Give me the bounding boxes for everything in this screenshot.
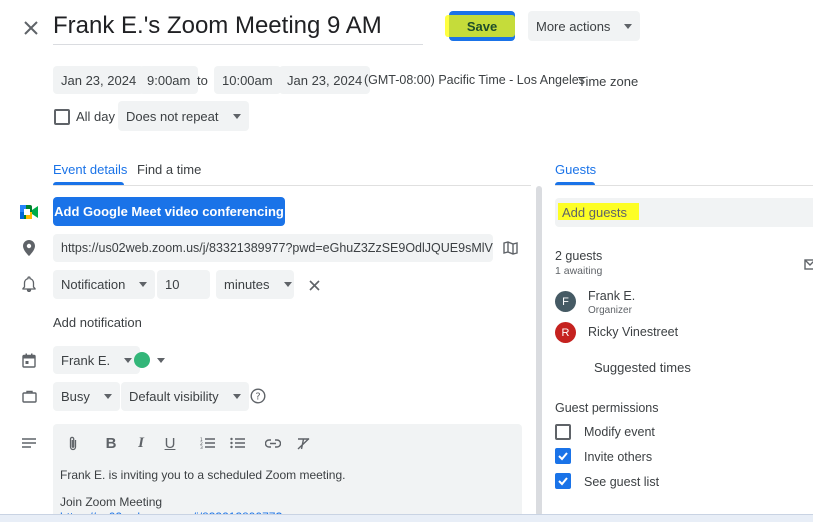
avatar: F — [555, 291, 576, 312]
map-icon[interactable] — [501, 239, 519, 257]
attachment-icon[interactable] — [62, 432, 84, 454]
guest-row[interactable]: R Ricky Vinestreet — [555, 321, 795, 345]
visibility-value: Default visibility — [129, 389, 219, 404]
bell-icon — [20, 275, 38, 293]
to-label: to — [197, 73, 208, 88]
briefcase-icon — [20, 387, 38, 405]
repeat-dropdown[interactable]: Does not repeat — [118, 101, 249, 131]
all-day-label: All day — [76, 109, 116, 124]
invite-others-label: Invite others — [584, 450, 653, 464]
tab-find-time[interactable]: Find a time — [137, 162, 201, 177]
details-scrollbar[interactable] — [536, 186, 542, 516]
start-date-field[interactable]: Jan 23, 2024 — [53, 66, 145, 94]
end-date-field[interactable]: Jan 23, 2024 — [279, 66, 371, 94]
add-meet-label: Add Google Meet video conferencing — [54, 204, 284, 219]
checkmark-icon — [558, 477, 568, 486]
calendar-owner-dropdown[interactable]: Frank E. — [53, 346, 141, 374]
description-icon — [20, 434, 38, 452]
suggested-times-link[interactable]: Suggested times — [594, 360, 691, 375]
timezone-text: (GMT-08:00) Pacific Time - Los Angeles — [364, 73, 585, 87]
notification-type-value: Notification — [61, 277, 126, 292]
email-guests-icon[interactable] — [804, 256, 813, 272]
numbered-list-icon[interactable]: 123 — [196, 432, 218, 454]
see-guest-list-label: See guest list — [584, 475, 660, 489]
svg-text:3: 3 — [200, 445, 203, 449]
location-input[interactable]: https://us02web.zoom.us/j/83321389977?pw… — [53, 234, 493, 262]
add-meet-button[interactable]: Add Google Meet video conferencing — [53, 197, 285, 226]
location-value: https://us02web.zoom.us/j/83321389977?pw… — [61, 241, 493, 255]
guest-role: Organizer — [588, 305, 632, 316]
guest-row[interactable]: F Frank E. Organizer — [555, 288, 795, 318]
invite-others-checkbox[interactable] — [555, 448, 571, 464]
timezone-link[interactable]: Time zone — [578, 74, 638, 89]
repeat-value: Does not repeat — [126, 108, 219, 124]
notification-amount-input[interactable]: 10 — [157, 270, 210, 299]
start-time-field[interactable]: 9:00am — [139, 66, 199, 94]
bottom-bar — [0, 514, 813, 522]
description-line-2: Join Zoom Meeting — [60, 495, 163, 509]
more-actions-label: More actions — [536, 18, 611, 34]
guest-awaiting: 1 awaiting — [555, 265, 603, 277]
remove-notification-icon[interactable] — [305, 276, 323, 294]
avatar: R — [555, 322, 576, 343]
see-guest-list-checkbox[interactable] — [555, 473, 571, 489]
calendar-owner-value: Frank E. — [61, 352, 111, 368]
guest-name: Frank E. — [588, 289, 636, 303]
chevron-down-icon — [157, 357, 165, 363]
description-editor[interactable]: B I U 123 Frank E. is inviting you to a … — [53, 424, 522, 522]
event-title-input[interactable]: Frank E.'s Zoom Meeting 9 AM — [53, 12, 382, 40]
guest-permissions-title: Guest permissions — [555, 401, 659, 415]
guest-name: Ricky Vinestreet — [588, 325, 679, 339]
add-guests-input[interactable]: Add guests — [555, 198, 813, 227]
checkmark-icon — [558, 452, 568, 461]
tabs-divider — [53, 185, 531, 186]
link-icon[interactable] — [262, 432, 284, 454]
underline-icon[interactable]: U — [159, 432, 181, 454]
save-button[interactable]: Save — [445, 11, 515, 41]
bold-icon[interactable]: B — [100, 432, 122, 454]
event-color-picker[interactable] — [134, 351, 170, 369]
save-button-label: Save — [466, 18, 498, 34]
busy-value: Busy — [61, 389, 90, 404]
description-line-1: Frank E. is inviting you to a scheduled … — [60, 468, 346, 482]
more-actions-button[interactable]: More actions — [528, 11, 641, 41]
google-meet-icon — [19, 203, 39, 221]
notification-type-dropdown[interactable]: Notification — [53, 270, 156, 299]
svg-text:?: ? — [255, 392, 260, 403]
modify-event-checkbox[interactable] — [555, 424, 571, 440]
guest-count: 2 guests — [555, 249, 603, 263]
color-dot — [134, 352, 150, 368]
title-underline — [53, 44, 423, 45]
help-icon[interactable]: ? — [249, 387, 267, 405]
location-pin-icon — [20, 239, 38, 257]
avatar-initial: F — [562, 295, 569, 308]
modify-event-label: Modify event — [584, 425, 655, 439]
clear-formatting-icon[interactable] — [292, 432, 314, 454]
tab-event-details[interactable]: Event details — [53, 162, 127, 177]
notification-unit-value: minutes — [224, 277, 270, 292]
tab-guests[interactable]: Guests — [555, 162, 596, 177]
guests-divider — [555, 185, 813, 186]
end-time-field[interactable]: 10:00am — [214, 66, 281, 94]
busy-dropdown[interactable]: Busy — [53, 382, 120, 411]
bulleted-list-icon[interactable] — [226, 432, 248, 454]
calendar-icon — [20, 351, 38, 369]
close-icon[interactable] — [20, 17, 42, 39]
add-guests-placeholder: Add guests — [562, 205, 628, 220]
notification-unit-dropdown[interactable]: minutes — [216, 270, 294, 299]
avatar-initial: R — [561, 326, 570, 339]
visibility-dropdown[interactable]: Default visibility — [121, 382, 249, 411]
italic-icon[interactable]: I — [130, 432, 152, 454]
all-day-checkbox[interactable] — [54, 109, 70, 125]
add-notification-link[interactable]: Add notification — [53, 315, 142, 330]
